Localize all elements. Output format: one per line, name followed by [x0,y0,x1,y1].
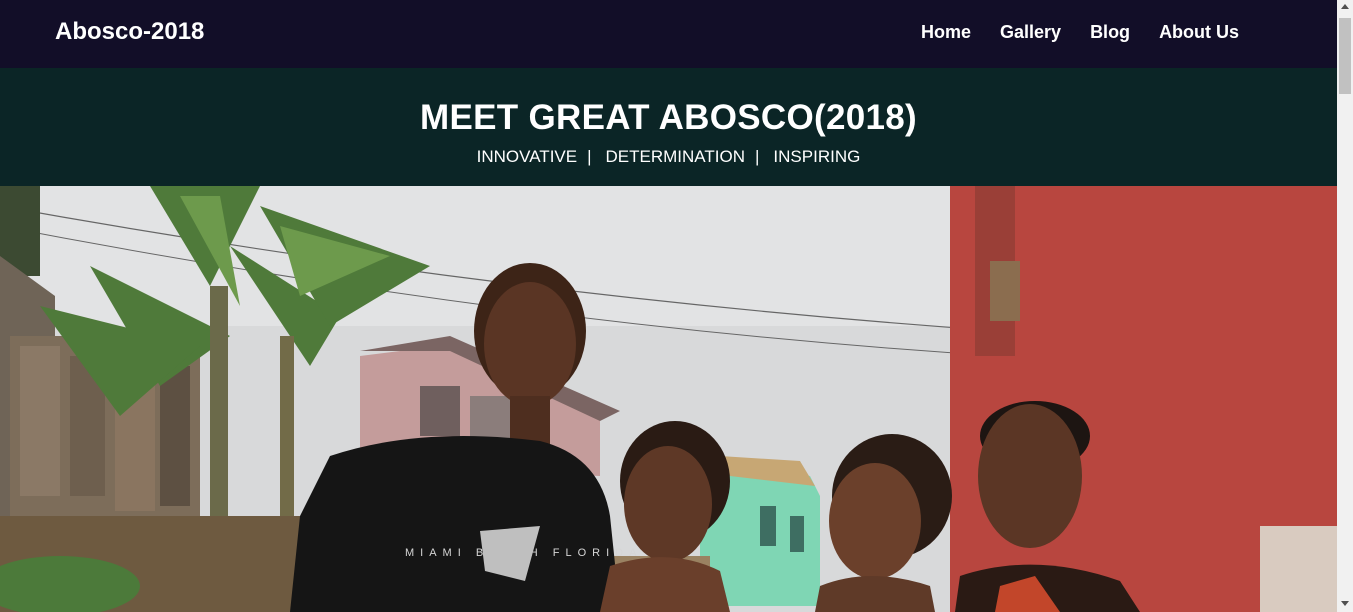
group-photo-image: MIAMI BEACH FLORIDA [0,186,1337,612]
brand-link[interactable]: Abosco-2018 [55,18,204,46]
scroll-down-arrow-icon[interactable] [1341,601,1349,606]
nav-link-home[interactable]: Home [921,22,971,43]
top-navbar: Abosco-2018 Home Gallery Blog About Us [0,0,1337,68]
tag-inspiring: INSPIRING [773,147,861,166]
tag-separator: | [587,147,592,166]
tag-determination: DETERMINATION [605,147,745,166]
group-photo: MIAMI BEACH FLORIDA [0,186,1337,612]
hero-title: MEET GREAT ABOSCO(2018) [420,98,917,137]
nav-link-blog[interactable]: Blog [1090,22,1130,43]
scrollbar-thumb[interactable] [1339,18,1351,94]
tag-innovative: INNOVATIVE [476,147,578,166]
hero-banner: MEET GREAT ABOSCO(2018) INNOVATIVE | DETER… [0,68,1337,186]
vertical-scrollbar[interactable] [1337,0,1353,612]
nav-link-about-us[interactable]: About Us [1159,22,1239,43]
nav-links: Home Gallery Blog About Us [921,22,1268,43]
nav-link-gallery[interactable]: Gallery [1000,22,1061,43]
hero-tagline: INNOVATIVE | DETERMINATION | INSPIRING [0,147,1337,167]
tag-separator: | [755,147,760,166]
scroll-up-arrow-icon[interactable] [1341,4,1349,9]
